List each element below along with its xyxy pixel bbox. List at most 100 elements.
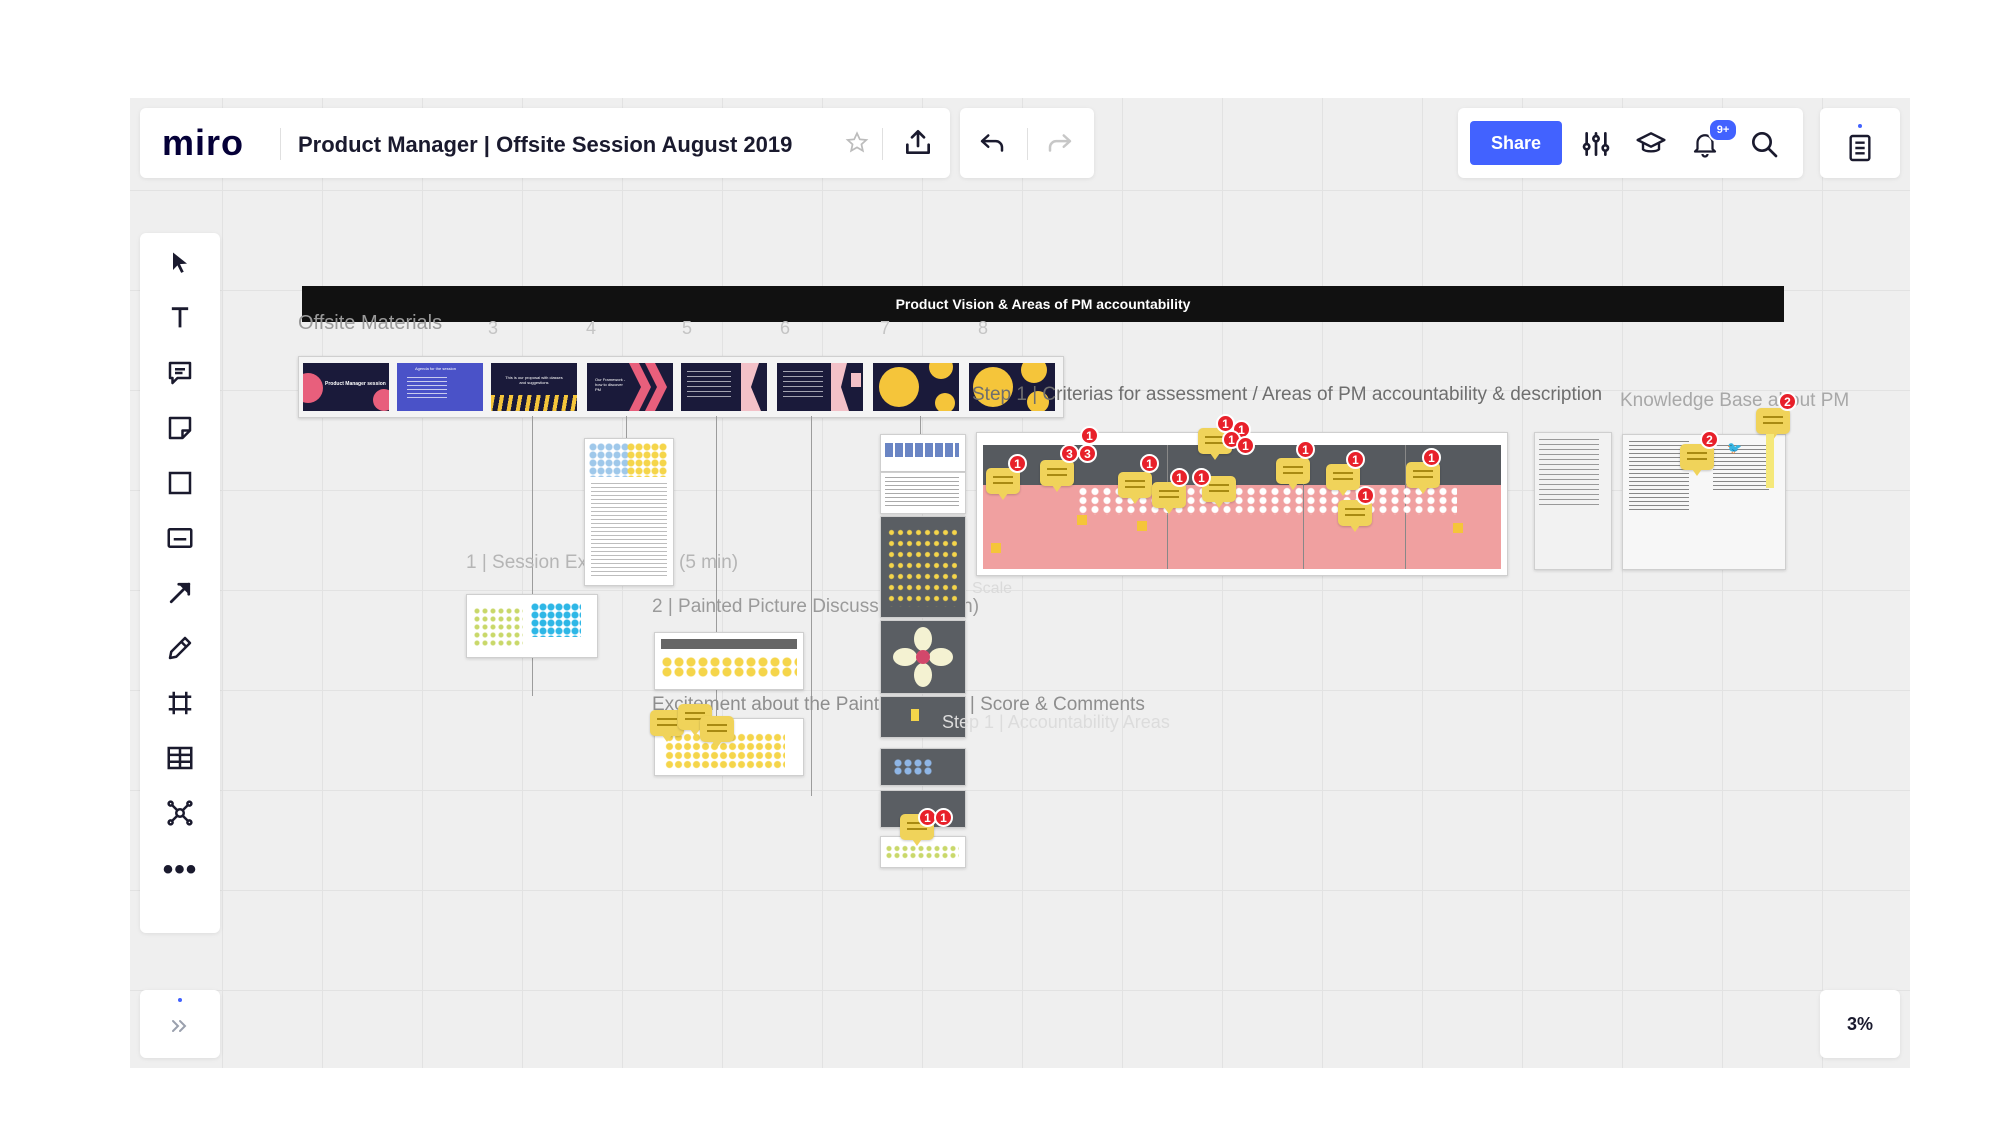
- card-tool[interactable]: [160, 520, 200, 560]
- comment-bubble-icon[interactable]: [1756, 408, 1790, 440]
- column-frame[interactable]: [880, 748, 966, 786]
- undo-icon[interactable]: [976, 128, 1008, 163]
- note-text-lines: [1539, 439, 1599, 509]
- slide-thumbnail[interactable]: [873, 363, 959, 411]
- comment-count-badge: 1: [1170, 468, 1189, 487]
- slide-number: 5: [682, 318, 693, 338]
- double-chevron-right-icon: [168, 1014, 192, 1043]
- slide-title: Product Manager session: [325, 381, 386, 387]
- slide-thumbnail[interactable]: [681, 363, 767, 411]
- sticky: [1453, 523, 1463, 533]
- column-frame-top[interactable]: [880, 434, 966, 472]
- slide-thumbnail[interactable]: Agenda for the session: [397, 363, 483, 411]
- comment-count-badge: 1: [1346, 450, 1365, 469]
- expand-panel-button[interactable]: [140, 990, 220, 1058]
- session-expectations-frame[interactable]: [466, 594, 598, 658]
- sticky: [991, 543, 1001, 553]
- sticky-cluster: [627, 443, 667, 477]
- comment-tool[interactable]: [160, 355, 200, 395]
- comment-count-badge: 1: [1192, 468, 1211, 487]
- slide-number: 4: [586, 318, 597, 338]
- document-text-lines: [591, 483, 667, 579]
- arrow-tool[interactable]: [160, 575, 200, 615]
- board-notes-icon: [1844, 132, 1876, 169]
- table-tool[interactable]: [160, 740, 200, 780]
- text-note-frame[interactable]: [1534, 432, 1612, 570]
- column-frame-map[interactable]: [880, 516, 966, 618]
- column-frame-bottom[interactable]: [880, 836, 966, 868]
- sticky-cluster: [589, 443, 629, 477]
- header-divider: [280, 128, 281, 160]
- frame-header-bar: [661, 639, 797, 649]
- sticky: [1077, 515, 1087, 525]
- slide-thumbnail[interactable]: Product Manager session: [303, 363, 389, 411]
- mind-map-tool[interactable]: [160, 795, 200, 835]
- sticky: [911, 709, 919, 721]
- column-frame-flower[interactable]: [880, 620, 966, 694]
- step-accountability-label: Step 1 | Accountability Areas: [942, 712, 1170, 732]
- board-panel-toggle[interactable]: [1820, 108, 1900, 178]
- yellow-sticky-strip: [1766, 434, 1774, 488]
- sticky-note-tool[interactable]: [160, 410, 200, 450]
- zoom-indicator[interactable]: 3%: [1820, 990, 1900, 1058]
- slides-strip[interactable]: Product Manager session Agenda for the s…: [298, 356, 1064, 418]
- notification-count-badge: 9+: [1708, 118, 1738, 142]
- document-frame[interactable]: [584, 438, 674, 586]
- sticky-note-icon: [165, 413, 195, 448]
- sticky-cluster-green: [473, 607, 523, 647]
- banner[interactable]: Product Vision & Areas of PM accountabil…: [302, 286, 1784, 322]
- pen-tool[interactable]: [160, 630, 200, 670]
- slide-title: This is our proposal with classes and su…: [505, 375, 563, 385]
- text-tool[interactable]: [160, 300, 200, 340]
- slide-yellow-circle: [935, 393, 955, 411]
- frame-tool[interactable]: [160, 685, 200, 725]
- comment-count-badge: 1: [1008, 454, 1027, 473]
- comment-count-badge: 1: [1080, 426, 1099, 445]
- comment-bubble-icon[interactable]: [700, 716, 734, 748]
- slide-thumbnail[interactable]: This is our proposal with classes and su…: [491, 363, 577, 411]
- frame-icon: [165, 688, 195, 723]
- history-controls: [960, 108, 1094, 178]
- redo-icon[interactable]: [1044, 128, 1076, 163]
- slide-text-lines: [783, 371, 823, 401]
- comment-bubble-icon[interactable]: [1040, 460, 1074, 492]
- comment-count-badge: 1: [1296, 440, 1315, 459]
- left-toolbar: •••: [140, 233, 220, 933]
- search-icon[interactable]: [1748, 128, 1780, 165]
- miro-logo[interactable]: miro: [162, 122, 244, 164]
- more-tools[interactable]: •••: [160, 850, 200, 890]
- slide-thumbnail[interactable]: [777, 363, 863, 411]
- twitter-bird-icon: 🐦: [1727, 441, 1742, 455]
- comment-count-badge: 1: [1140, 454, 1159, 473]
- comment-icon: [165, 358, 195, 393]
- blue-stickies: [893, 759, 933, 775]
- comment-bubble-icon[interactable]: [1276, 458, 1310, 490]
- slide-number: 7: [880, 318, 891, 338]
- export-icon[interactable]: [902, 126, 934, 163]
- star-icon[interactable]: [844, 130, 870, 161]
- rectangle-icon: [165, 468, 195, 503]
- board-title[interactable]: Product Manager | Offsite Session August…: [298, 132, 792, 158]
- settings-sliders-icon[interactable]: [1580, 128, 1612, 165]
- slide-text-lines: [687, 371, 731, 401]
- cursor-icon: [166, 249, 194, 282]
- comment-bubble-icon[interactable]: [1118, 472, 1152, 504]
- select-tool[interactable]: [160, 245, 200, 285]
- painted-picture-frame[interactable]: [654, 632, 804, 690]
- slide-number: 8: [978, 318, 989, 338]
- card-icon: [165, 523, 195, 558]
- column-frame-doc[interactable]: [880, 472, 966, 514]
- doc-text-lines: [885, 477, 959, 509]
- comment-count-badge: 2: [1778, 392, 1797, 411]
- comment-count-badge: 2: [1700, 430, 1719, 449]
- sticky-row: [885, 845, 959, 859]
- shape-tool[interactable]: [160, 465, 200, 505]
- slide-yellow-circle: [929, 363, 953, 379]
- text-icon: [166, 304, 194, 337]
- learning-cap-icon[interactable]: [1634, 128, 1668, 165]
- pen-icon: [165, 633, 195, 668]
- miro-board[interactable]: miro Product Manager | Offsite Session A…: [130, 98, 1910, 1068]
- slide-thumbnail[interactable]: Our Framework - how to discover PM: [587, 363, 673, 411]
- share-button[interactable]: Share: [1470, 121, 1562, 165]
- offsite-materials-label: Offsite Materials: [298, 312, 443, 334]
